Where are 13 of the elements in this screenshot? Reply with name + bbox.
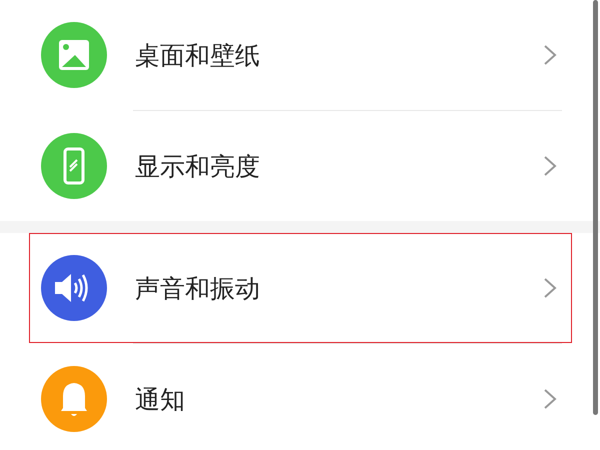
item-label: 声音和振动 bbox=[135, 272, 261, 304]
chevron-right-icon bbox=[543, 155, 557, 177]
item-label: 通知 bbox=[135, 384, 186, 416]
item-label: 显示和亮度 bbox=[135, 150, 261, 182]
chevron-right-icon bbox=[543, 44, 557, 66]
scrollbar[interactable] bbox=[593, 0, 598, 415]
settings-item[interactable]: 显示和亮度 bbox=[29, 111, 572, 221]
item-label: 桌面和壁纸 bbox=[135, 40, 261, 72]
chevron-right-icon bbox=[543, 277, 557, 299]
settings-item[interactable]: 桌面和壁纸 bbox=[29, 0, 572, 110]
highlighted-settings-item[interactable]: 声音和振动 bbox=[29, 233, 572, 343]
chevron-right-icon bbox=[543, 388, 557, 410]
settings-item[interactable]: 通知 bbox=[29, 344, 572, 450]
